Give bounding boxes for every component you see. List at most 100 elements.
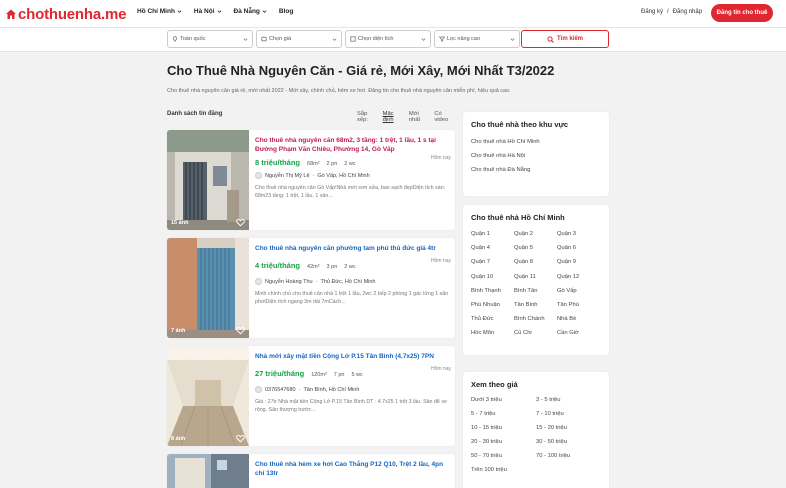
district-link[interactable]: Quận 4 bbox=[471, 241, 514, 255]
listing-title[interactable]: Cho thuê nhà hẻm xe hơi Cao Thắng P12 Q1… bbox=[255, 460, 451, 478]
price-value: Chọn giá bbox=[269, 36, 292, 42]
district-link[interactable]: Thủ Đức bbox=[471, 312, 514, 326]
nav-label: Hồ Chí Minh bbox=[137, 8, 175, 15]
listing-price: 4 triệu/tháng bbox=[255, 261, 301, 270]
listing-card[interactable]: 7 ảnh Cho thuê nhà nguyên căn phường tam… bbox=[167, 238, 455, 338]
price-range-link[interactable]: 50 - 70 triệu bbox=[471, 449, 536, 463]
region-link-hanoi[interactable]: Cho thuê nhà Hà Nội bbox=[471, 153, 525, 159]
listing-meta: 27 triệu/tháng 120m² 7 pn 5 wc Hôm nay bbox=[255, 366, 451, 378]
listing-title[interactable]: Cho thuê nhà nguyên căn 68m2, 3 tầng: 1 … bbox=[255, 136, 451, 154]
district-link[interactable]: Tân Phú bbox=[557, 298, 600, 312]
listing-bedrooms: 3 pn bbox=[326, 264, 338, 270]
heart-icon[interactable] bbox=[236, 218, 245, 227]
chevron-down-icon bbox=[510, 38, 515, 41]
nav-hcm[interactable]: Hồ Chí Minh bbox=[137, 8, 182, 15]
auth-links: Đăng ký / Đăng nhập bbox=[641, 9, 702, 15]
price-range-link[interactable]: 7 - 10 triệu bbox=[536, 407, 601, 421]
district-link[interactable]: Quận 7 bbox=[471, 255, 514, 269]
price-range-link[interactable]: 30 - 50 triệu bbox=[536, 435, 601, 449]
district-link[interactable]: Quận 1 bbox=[471, 227, 514, 241]
listing-excerpt: Cho thuê nhà nguyên căn Gò Vấp!Nhà mới s… bbox=[255, 185, 446, 199]
dot-separator: · bbox=[312, 172, 315, 179]
nav-label: Blog bbox=[278, 8, 294, 15]
district-link[interactable]: Phú Nhuận bbox=[471, 298, 514, 312]
listing-info: Cho thuê nhà hẻm xe hơi Cao Thắng P12 Q1… bbox=[255, 460, 451, 478]
listing-card[interactable]: 8 ảnh Nhà mới xây mặt tiền Cộng Lở P.15 … bbox=[167, 346, 455, 446]
login-link[interactable]: Đăng nhập bbox=[673, 9, 702, 15]
chevron-down-icon bbox=[217, 10, 221, 13]
district-link[interactable]: Bình Chánh bbox=[514, 312, 557, 326]
listing-title[interactable]: Cho thuê nhà nguyên căn phường tam phú t… bbox=[255, 244, 451, 253]
nav-label: Hà Nội bbox=[193, 8, 215, 15]
location-select[interactable]: Toàn quốc bbox=[167, 30, 253, 48]
price-range-link[interactable]: 5 - 7 triệu bbox=[471, 407, 536, 421]
price-range-link[interactable]: Trên 100 triệu bbox=[471, 463, 536, 477]
region-link-danang[interactable]: Cho thuê nhà Đà Nẵng bbox=[471, 167, 530, 173]
district-link[interactable]: Củ Chi bbox=[514, 326, 557, 340]
listing-photo[interactable]: 7 ảnh bbox=[167, 238, 249, 338]
listing-area: 68m² bbox=[307, 161, 320, 167]
price-tag-icon bbox=[261, 36, 267, 42]
district-link[interactable]: Quận 12 bbox=[557, 270, 600, 284]
district-link[interactable]: Gò Vấp bbox=[557, 284, 600, 298]
search-button[interactable]: Tìm kiếm bbox=[521, 30, 609, 48]
price-range-link[interactable]: 3 - 5 triệu bbox=[536, 393, 601, 407]
advanced-filter[interactable]: Lọc nâng cao bbox=[434, 30, 520, 48]
district-link[interactable]: Quận 9 bbox=[557, 255, 600, 269]
listing-photo[interactable]: 8 ảnh bbox=[167, 346, 249, 446]
area-icon bbox=[350, 36, 356, 42]
district-link[interactable]: Quận 2 bbox=[514, 227, 557, 241]
listing-title[interactable]: Nhà mới xây mặt tiền Cộng Lở P.15 Tân Bì… bbox=[255, 352, 451, 361]
district-link[interactable]: Cần Giờ bbox=[557, 326, 600, 340]
chevron-down-icon bbox=[421, 38, 426, 41]
district-link[interactable]: Quận 5 bbox=[514, 241, 557, 255]
register-link[interactable]: Đăng ký bbox=[641, 9, 663, 15]
price-range-link[interactable]: 70 - 100 triệu bbox=[536, 449, 601, 463]
sort-newest[interactable]: Mới nhất bbox=[409, 111, 430, 123]
region-link-hcm[interactable]: Cho thuê nhà Hồ Chí Minh bbox=[471, 139, 540, 145]
sort-default[interactable]: Mặc định bbox=[383, 111, 404, 123]
district-link[interactable]: Nhà Bè bbox=[557, 312, 600, 326]
nav-blog[interactable]: Blog bbox=[279, 8, 293, 15]
owner-name: 0376547680 bbox=[265, 386, 296, 393]
listing-card[interactable]: 15 ảnh Cho thuê nhà nguyên căn 68m2, 3 t… bbox=[167, 130, 455, 230]
site-logo[interactable]: chothuenha.me bbox=[5, 4, 126, 24]
listing-card[interactable]: Cho thuê nhà hẻm xe hơi Cao Thắng P12 Q1… bbox=[167, 454, 455, 488]
district-link[interactable]: Quận 11 bbox=[514, 270, 557, 284]
district-link[interactable]: Quận 10 bbox=[471, 270, 514, 284]
district-link[interactable]: Quận 3 bbox=[557, 227, 600, 241]
district-link[interactable]: Quận 8 bbox=[514, 255, 557, 269]
listing-photo[interactable]: 15 ảnh bbox=[167, 130, 249, 230]
sort-label: Sắp xếp: bbox=[357, 111, 368, 123]
price-range-link[interactable]: 20 - 30 triệu bbox=[471, 435, 536, 449]
nav-hanoi[interactable]: Hà Nội bbox=[194, 8, 222, 15]
price-range-link[interactable]: 15 - 20 triệu bbox=[536, 421, 601, 435]
listing-bathrooms: 5 wc bbox=[351, 372, 363, 378]
district-link[interactable]: Hóc Môn bbox=[471, 326, 514, 340]
sidebar-title: Xem theo giá bbox=[471, 380, 518, 389]
house-photo bbox=[167, 238, 249, 338]
district-link[interactable]: Tân Bình bbox=[514, 298, 557, 312]
listing-excerpt: Minh chính chủ cho thuê căn nhà 1 trệt 1… bbox=[255, 291, 449, 305]
area-select[interactable]: Chọn diện tích bbox=[345, 30, 431, 48]
top-header: chothuenha.me Hồ Chí Minh Hà Nội Đà Nẵng… bbox=[0, 0, 786, 28]
heart-icon[interactable] bbox=[236, 434, 245, 443]
nav-danang[interactable]: Đà Nẵng bbox=[234, 8, 267, 15]
listing-photo[interactable] bbox=[167, 454, 249, 488]
price-select[interactable]: Chọn giá bbox=[256, 30, 342, 48]
district-link[interactable]: Bình Thạnh bbox=[471, 284, 514, 298]
sort-video[interactable]: Có video bbox=[434, 111, 455, 123]
avatar bbox=[255, 386, 262, 393]
district-link[interactable]: Quận 6 bbox=[557, 241, 600, 255]
price-range-link[interactable]: 10 - 15 triệu bbox=[471, 421, 536, 435]
search-button-label: Tìm kiếm bbox=[556, 36, 583, 42]
post-listing-button[interactable]: Đăng tin cho thuê bbox=[711, 4, 773, 22]
price-range-link[interactable]: Dưới 3 triệu bbox=[471, 393, 536, 407]
chevron-down-icon bbox=[243, 38, 248, 41]
location-value: Toàn quốc bbox=[180, 36, 206, 42]
heart-icon[interactable] bbox=[236, 326, 245, 335]
district-link[interactable]: Bình Tân bbox=[514, 284, 557, 298]
sidebar-price: Xem theo giá Dưới 3 triệu 3 - 5 triệu 5 - … bbox=[463, 372, 609, 488]
auth-separator: / bbox=[667, 9, 669, 15]
listing-owner-row: Nguyễn Thị Mỹ Lệ · Gò Vấp, Hồ Chí Minh bbox=[255, 172, 451, 179]
